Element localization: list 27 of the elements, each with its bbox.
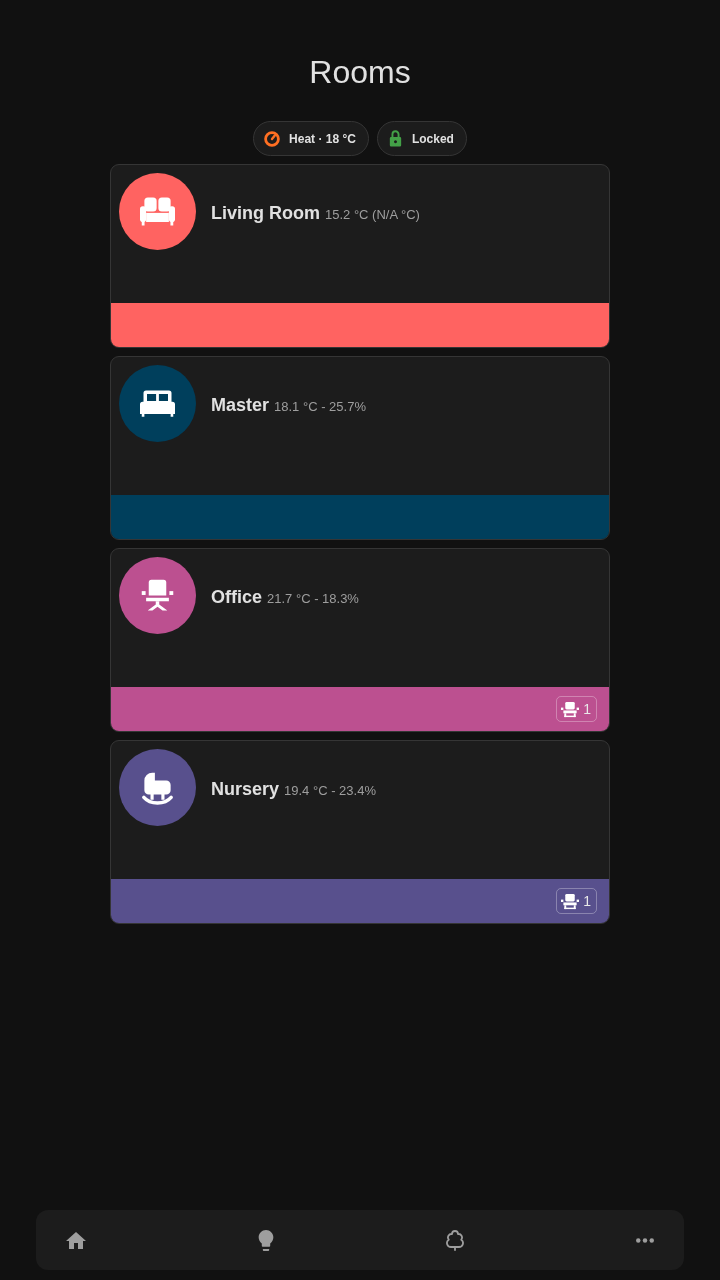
room-reading: 21.7 °C - 18.3%: [267, 591, 359, 606]
seat-icon: [561, 892, 580, 910]
room-name: Living Room: [211, 203, 320, 224]
occupancy-count: 1: [583, 893, 591, 909]
home-icon[interactable]: [66, 1231, 86, 1249]
lock-chip[interactable]: Locked: [376, 121, 467, 156]
bed-icon: [119, 365, 196, 442]
desk-chair-icon: [119, 557, 196, 634]
page-title: Rooms: [309, 53, 411, 92]
sofa-icon: [119, 173, 196, 250]
climate-chip[interactable]: Heat · 18 °C: [253, 121, 369, 156]
room-card[interactable]: Nursery 19.4 °C - 23.4% 1: [110, 740, 610, 924]
tree-icon[interactable]: [446, 1229, 464, 1251]
room-name: Master: [211, 395, 270, 416]
cradle-icon: [119, 749, 196, 826]
room-reading: 15.2 °C (N/A °C): [325, 207, 420, 222]
room-card[interactable]: Office 21.7 °C - 18.3% 1: [110, 548, 610, 732]
lightbulb-icon[interactable]: [258, 1229, 274, 1251]
room-card[interactable]: Master 18.1 °C - 25.7%: [110, 356, 610, 540]
room-card[interactable]: Living Room 15.2 °C (N/A °C): [110, 164, 610, 348]
more-icon[interactable]: [636, 1237, 654, 1243]
seat-icon: [561, 700, 580, 718]
room-reading: 18.1 °C - 25.7%: [274, 399, 366, 414]
occupancy-count: 1: [583, 701, 591, 717]
room-name: Office: [211, 587, 262, 608]
room-reading: 19.4 °C - 23.4%: [284, 783, 376, 798]
room-name: Nursery: [211, 779, 280, 800]
